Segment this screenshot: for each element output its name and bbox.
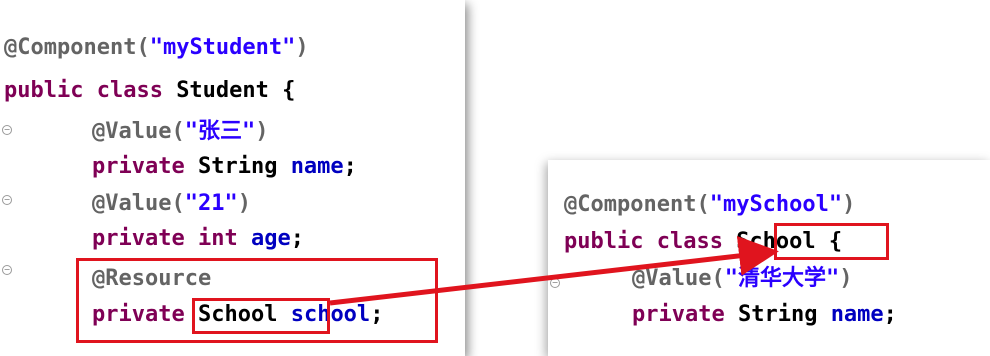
code-token: @Value( bbox=[632, 266, 725, 291]
fold-marker-icon[interactable]: − bbox=[2, 195, 12, 205]
code-line: @Component("myStudent") bbox=[4, 33, 309, 63]
code-token: @Resource bbox=[92, 266, 212, 291]
code-token: ; bbox=[343, 154, 357, 179]
code-line: private String name; bbox=[92, 152, 357, 182]
code-line: private School school; bbox=[92, 300, 383, 330]
code-token: School bbox=[197, 302, 278, 327]
code-token: private bbox=[92, 302, 198, 327]
code-token: @Component( bbox=[564, 192, 710, 217]
code-line: public class Student { bbox=[4, 76, 295, 106]
code-token: ) bbox=[237, 191, 251, 216]
code-line: @Value("21") bbox=[92, 189, 251, 219]
code-token: @Component( bbox=[4, 35, 150, 60]
fold-marker-icon[interactable]: − bbox=[2, 125, 12, 135]
code-token: "mySchool" bbox=[709, 192, 843, 217]
school-code-editor: − @Component("mySchool") public class Sc… bbox=[548, 160, 990, 356]
code-token: @Value( bbox=[92, 119, 185, 144]
code-token: ) bbox=[295, 35, 309, 60]
code-token: ; bbox=[370, 302, 384, 327]
code-token: "清华大学" bbox=[724, 266, 840, 291]
code-token: "myStudent" bbox=[149, 35, 296, 60]
code-token: private int bbox=[92, 226, 251, 251]
code-token: ; bbox=[290, 226, 304, 251]
code-token: name bbox=[830, 302, 884, 327]
code-token: "张三" bbox=[184, 119, 256, 144]
student-code-editor: − − − @Component("myStudent") public cla… bbox=[0, 0, 465, 356]
code-token: School bbox=[736, 229, 816, 254]
code-token: private bbox=[92, 154, 198, 179]
code-token: public class bbox=[4, 78, 177, 103]
code-line: @Resource bbox=[92, 264, 211, 294]
code-token: age bbox=[250, 226, 291, 251]
code-token: name bbox=[290, 154, 344, 179]
code-line: @Value("张三") bbox=[92, 117, 268, 147]
code-token: ) bbox=[842, 192, 856, 217]
code-token: Student { bbox=[176, 78, 296, 103]
code-token: ; bbox=[883, 302, 897, 327]
code-line: @Component("mySchool") bbox=[564, 190, 855, 220]
code-token: "21" bbox=[184, 191, 238, 216]
code-line: @Value("清华大学") bbox=[632, 264, 852, 294]
code-token: school bbox=[290, 302, 371, 327]
code-line: public class School { bbox=[564, 227, 842, 257]
code-token: @Value( bbox=[92, 191, 185, 216]
code-token: { bbox=[815, 229, 843, 254]
fold-marker-icon[interactable]: − bbox=[2, 265, 12, 275]
code-token: String bbox=[197, 154, 291, 179]
code-token: public class bbox=[564, 229, 737, 254]
code-token: String bbox=[737, 302, 831, 327]
code-token: private bbox=[632, 302, 738, 327]
code-token: ) bbox=[255, 119, 269, 144]
fold-marker-icon[interactable]: − bbox=[550, 278, 560, 288]
code-token: ) bbox=[839, 266, 853, 291]
code-line: private String name; bbox=[632, 300, 897, 330]
code-line: private int age; bbox=[92, 224, 304, 254]
